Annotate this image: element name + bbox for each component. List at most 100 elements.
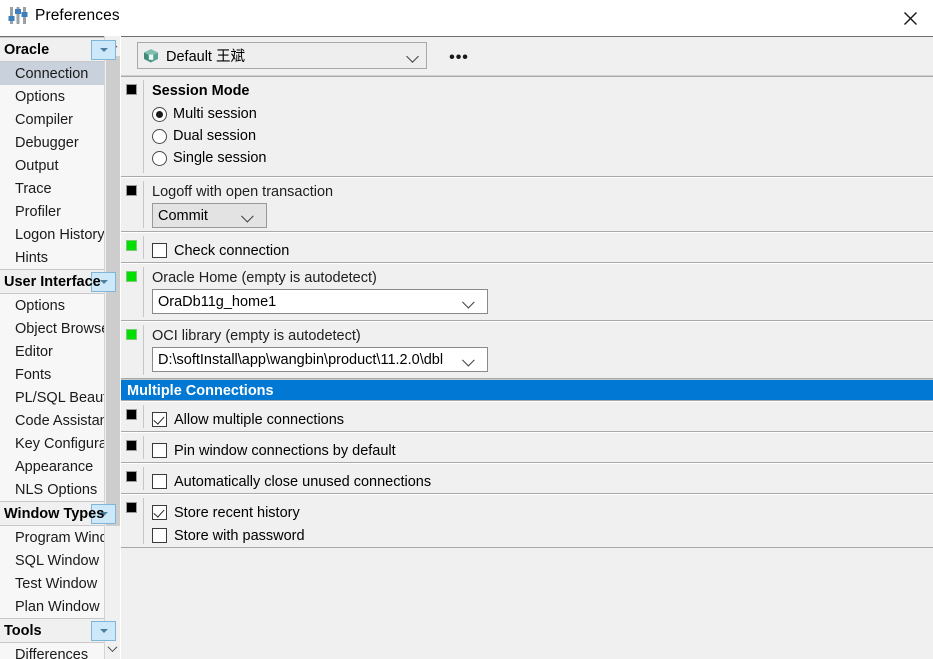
sidebar-group-tools[interactable]: Tools	[0, 618, 119, 643]
section-rule	[143, 467, 144, 490]
radio-single-session[interactable]: Single session	[152, 147, 933, 169]
oracle-home-select[interactable]: OraDb11g_home1	[152, 289, 488, 314]
oracle-home-value[interactable]: OraDb11g_home1	[153, 294, 466, 310]
sidebar-group-label: Tools	[4, 622, 42, 639]
checkbox-label: Automatically close unused connections	[174, 473, 432, 490]
sidebar-item-connection[interactable]: Connection	[0, 62, 119, 85]
sidebar-item-appearance[interactable]: Appearance	[0, 455, 119, 478]
radio-icon[interactable]	[152, 150, 167, 166]
checkbox-store-recent-history[interactable]: Store recent history	[152, 501, 933, 524]
package-icon	[142, 47, 160, 65]
sidebar-group-dropdown-button[interactable]	[91, 40, 116, 60]
section-rule	[143, 236, 144, 259]
sidebar-item-test-window[interactable]: Test Window	[0, 572, 119, 595]
sidebar-item-differences[interactable]: Differences	[0, 643, 119, 659]
section-rule	[143, 405, 144, 428]
sidebar-item-object-browser[interactable]: Object Browser	[0, 317, 119, 340]
sidebar-item-options[interactable]: Options	[0, 294, 119, 317]
section-marker	[126, 84, 137, 95]
section-rule	[143, 267, 144, 317]
section-marker	[126, 409, 137, 420]
checkbox-store-with-password[interactable]: Store with password	[152, 524, 933, 547]
section-rule	[143, 325, 144, 375]
section-allow-multiple-connections: Allow multiple connections	[121, 401, 933, 432]
sidebar-item-fonts[interactable]: Fonts	[0, 363, 119, 386]
sidebar-item-profiler[interactable]: Profiler	[0, 200, 119, 223]
profile-toolbar: Default 王斌 •••	[121, 37, 933, 76]
section-store-history: Store recent history Store with password	[121, 494, 933, 548]
section-marker	[126, 502, 137, 513]
sidebar-item-key-configuration[interactable]: Key Configuration	[0, 432, 119, 455]
sidebar-group-oracle[interactable]: Oracle	[0, 37, 119, 62]
radio-icon[interactable]	[152, 106, 167, 122]
close-icon	[903, 11, 917, 25]
sidebar-item-compiler[interactable]: Compiler	[0, 108, 119, 131]
sidebar-item-editor[interactable]: Editor	[0, 340, 119, 363]
sidebar-group-label: User Interface	[4, 273, 101, 290]
sidebar-group-dropdown-button[interactable]	[91, 621, 116, 641]
sidebar-group-window-types[interactable]: Window Types	[0, 501, 119, 526]
sidebar-scrollbar[interactable]	[104, 36, 120, 659]
session-mode-heading: Session Mode	[152, 83, 250, 99]
checkbox-pin-window-connections[interactable]: Pin window connections by default	[152, 439, 933, 462]
oci-library-select[interactable]: D:\softInstall\app\wangbin\product\11.2.…	[152, 347, 488, 372]
preferences-main-panel: Default 王斌 ••• Session Mode Multi sessio…	[121, 36, 933, 659]
sidebar-item-plan-window[interactable]: Plan Window	[0, 595, 119, 618]
section-oci-library: OCI library (empty is autodetect) D:\sof…	[121, 321, 933, 379]
sidebar-item-program-window[interactable]: Program Window	[0, 526, 119, 549]
sidebar-item-options[interactable]: Options	[0, 85, 119, 108]
logoff-action-value: Commit	[158, 207, 208, 224]
section-rule	[143, 436, 144, 459]
checkbox-icon[interactable]	[152, 243, 167, 258]
sidebar-item-nls-options[interactable]: NLS Options	[0, 478, 119, 501]
checkbox-auto-close-connections[interactable]: Automatically close unused connections	[152, 470, 933, 493]
sidebar-item-output[interactable]: Output	[0, 154, 119, 177]
sidebar-item-hints[interactable]: Hints	[0, 246, 119, 269]
close-button[interactable]	[887, 0, 933, 36]
checkbox-allow-multiple-connections[interactable]: Allow multiple connections	[152, 408, 933, 431]
sidebar-group-user-interface[interactable]: User Interface	[0, 269, 119, 294]
sidebar-item-trace[interactable]: Trace	[0, 177, 119, 200]
section-pin-window-connections: Pin window connections by default	[121, 432, 933, 463]
section-marker	[126, 471, 137, 482]
radio-label: Multi session	[173, 106, 257, 122]
sidebar-item-code-assistant[interactable]: Code Assistant	[0, 409, 119, 432]
checkbox-check-connection[interactable]: Check connection	[152, 239, 933, 262]
chevron-down-icon	[107, 642, 118, 653]
sidebar-item-debugger[interactable]: Debugger	[0, 131, 119, 154]
sidebar-item-sql-window[interactable]: SQL Window	[0, 549, 119, 572]
settings-sections: Session Mode Multi session Dual session …	[121, 76, 933, 659]
preferences-sidebar[interactable]: Oracle Connection Options Compiler Debugger O…	[0, 36, 120, 659]
section-rule	[143, 498, 144, 544]
radio-icon[interactable]	[152, 128, 167, 144]
radio-multi-session[interactable]: Multi session	[152, 103, 933, 125]
checkbox-icon[interactable]	[152, 505, 167, 520]
logoff-label: Logoff with open transaction	[152, 184, 334, 200]
sidebar-item-logon-history[interactable]: Logon History	[0, 223, 119, 246]
checkbox-label: Store recent history	[174, 504, 300, 521]
radio-dual-session[interactable]: Dual session	[152, 125, 933, 147]
section-rule	[143, 181, 144, 228]
chevron-down-icon	[99, 48, 108, 52]
profile-more-button[interactable]: •••	[444, 42, 474, 69]
oci-library-value[interactable]: D:\softInstall\app\wangbin\product\11.2.…	[153, 352, 466, 368]
checkbox-label: Store with password	[174, 527, 305, 544]
section-check-connection: Check connection	[121, 232, 933, 263]
sidebar-item-pl-sql-beautifier[interactable]: PL/SQL Beautifier	[0, 386, 119, 409]
checkbox-icon[interactable]	[152, 474, 167, 489]
checkbox-icon[interactable]	[152, 443, 167, 458]
logoff-action-select[interactable]: Commit	[152, 203, 267, 228]
checkbox-icon[interactable]	[152, 528, 167, 543]
sidebar-group-label: Oracle	[4, 41, 50, 58]
section-header-multiple-connections: Multiple Connections	[121, 379, 933, 401]
window-title: Preferences	[35, 7, 120, 24]
checkbox-icon[interactable]	[152, 412, 167, 427]
scroll-down-button[interactable]	[105, 640, 120, 657]
section-auto-close-connections: Automatically close unused connections	[121, 463, 933, 494]
checkbox-label: Allow multiple connections	[174, 411, 345, 428]
section-marker	[126, 271, 137, 282]
window-titlebar: Preferences	[0, 0, 933, 36]
profile-select[interactable]: Default 王斌	[137, 42, 427, 69]
radio-label: Dual session	[173, 128, 257, 144]
radio-label: Single session	[173, 150, 267, 166]
